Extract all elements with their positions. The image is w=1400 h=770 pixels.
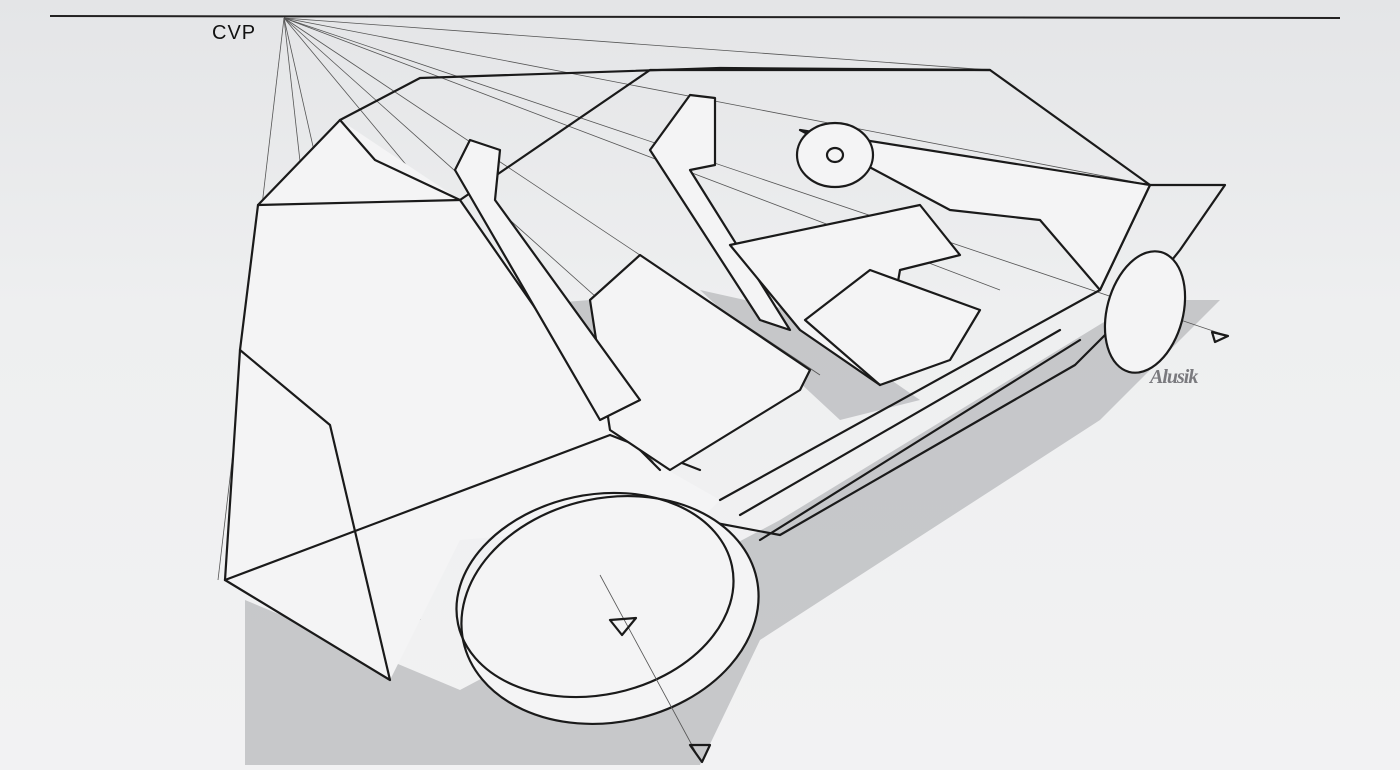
- steering-wheel: [795, 121, 875, 189]
- car-perspective-sketch: CVP Alusik: [0, 0, 1400, 770]
- artist-signature: Alusik: [1150, 366, 1198, 388]
- horizon-line: [49, 15, 1341, 19]
- vanishing-point-label: CVP: [212, 22, 257, 44]
- front-axis-mark: [1210, 330, 1230, 344]
